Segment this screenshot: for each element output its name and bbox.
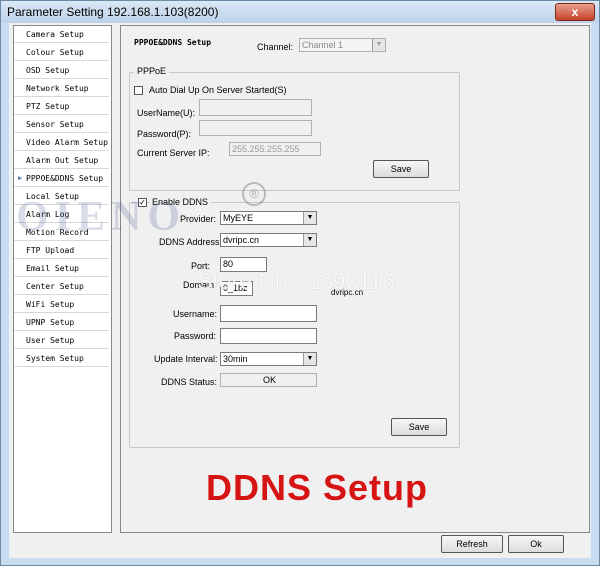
sidebar-item-label: Sensor Setup — [26, 120, 84, 129]
update-interval-select[interactable]: 30min ▼ — [220, 352, 317, 366]
sidebar-item-label: PPPOE&DDNS Setup — [26, 174, 104, 183]
store-watermark: Store No.: 1393116 — [197, 268, 395, 294]
ddns-username-field[interactable] — [220, 305, 317, 322]
sidebar-item-label: PTZ Setup — [26, 102, 70, 111]
sidebar-item-ftp-upload[interactable]: FTP Upload — [14, 242, 109, 259]
sidebar-item-center-setup[interactable]: Center Setup — [14, 278, 109, 295]
title-bar: Parameter Setting 192.168.1.103(8200) x — [1, 1, 599, 23]
ddns-status-value: OK — [220, 373, 317, 387]
server-ip-field: 255.255.255.255 — [229, 142, 321, 156]
sidebar-item-user-setup[interactable]: User Setup — [14, 332, 109, 349]
sidebar-item-network-setup[interactable]: Network Setup — [14, 80, 109, 97]
pppoe-group-label: PPPoE — [134, 66, 170, 76]
ddns-username-label: Username: — [173, 309, 218, 319]
channel-select[interactable]: Channel 1 ▼ — [299, 38, 386, 52]
provider-select[interactable]: MyEYE ▼ — [220, 211, 317, 225]
pppoe-username-field[interactable] — [199, 99, 312, 116]
pppoe-password-label: Password(P): — [137, 129, 192, 139]
pppoe-password-field[interactable] — [199, 120, 312, 136]
sidebar-item-label: Alarm Out Setup — [26, 156, 99, 165]
sidebar-item-label: FTP Upload — [26, 246, 75, 255]
provider-value: MyEYE — [223, 213, 254, 223]
sidebar-item-ptz-setup[interactable]: PTZ Setup — [14, 98, 109, 115]
sidebar-item-alarm-out-setup[interactable]: Alarm Out Setup — [14, 152, 109, 169]
sidebar-item-label: Camera Setup — [26, 30, 84, 39]
sidebar-item-osd-setup[interactable]: OSD Setup — [14, 62, 109, 79]
chevron-down-icon: ▼ — [303, 353, 316, 365]
ddns-address-value: dvripc.cn — [223, 235, 260, 245]
sidebar-item-video-alarm-setup[interactable]: Video Alarm Setup — [14, 134, 109, 151]
server-ip-label: Current Server IP: — [137, 148, 210, 158]
ok-button[interactable]: Ok — [508, 535, 564, 553]
panel-title: PPPOE&DDNS Setup — [134, 38, 212, 47]
sidebar-item-upnp-setup[interactable]: UPNP Setup — [14, 314, 109, 331]
close-button[interactable]: x — [555, 3, 595, 21]
sidebar-item-label: Network Setup — [26, 84, 89, 93]
channel-label: Channel: — [257, 42, 294, 52]
ddns-status-label: DDNS Status: — [161, 377, 218, 387]
registered-mark-icon: ® — [242, 182, 266, 206]
sidebar-item-label: Email Setup — [26, 264, 79, 273]
auto-dial-label: Auto Dial Up On Server Started(S) — [149, 85, 287, 95]
sidebar-item-label: System Setup — [26, 354, 84, 363]
sidebar-item-camera-setup[interactable]: Camera Setup — [14, 26, 109, 43]
channel-value: Channel 1 — [302, 40, 344, 50]
ddns-password-field[interactable] — [220, 328, 317, 344]
sidebar-item-label: UPNP Setup — [26, 318, 75, 327]
sidebar-item-colour-setup[interactable]: Colour Setup — [14, 44, 109, 61]
auto-dial-checkbox[interactable] — [134, 86, 143, 95]
sidebar-item-label: Colour Setup — [26, 48, 84, 57]
sidebar-item-label: OSD Setup — [26, 66, 70, 75]
ddns-address-select[interactable]: dvripc.cn ▼ — [220, 233, 317, 247]
chevron-down-icon: ▼ — [303, 234, 316, 246]
pppoe-save-button[interactable]: Save — [373, 160, 429, 178]
sidebar-item-pppoe-ddns-setup[interactable]: ▶ PPPOE&DDNS Setup — [14, 170, 109, 187]
parameter-setting-window: Parameter Setting 192.168.1.103(8200) x … — [0, 0, 600, 566]
sidebar-item-email-setup[interactable]: Email Setup — [14, 260, 109, 277]
chevron-down-icon: ▼ — [303, 212, 316, 224]
settings-sidebar: Camera Setup Colour Setup OSD Setup Netw… — [13, 25, 112, 533]
sidebar-item-label: Video Alarm Setup — [26, 138, 108, 147]
brand-watermark: OIENO — [16, 194, 187, 240]
refresh-button[interactable]: Refresh — [441, 535, 503, 553]
ddns-save-button[interactable]: Save — [391, 418, 447, 436]
sidebar-item-system-setup[interactable]: System Setup — [14, 350, 109, 367]
chevron-down-icon: ▼ — [372, 39, 385, 51]
sidebar-item-label: Center Setup — [26, 282, 84, 291]
pppoe-username-label: UserName(U): — [137, 108, 196, 118]
caption-text: DDNS Setup — [206, 467, 429, 508]
update-interval-value: 30min — [223, 354, 248, 364]
update-interval-label: Update Interval: — [154, 354, 218, 364]
ddns-password-label: Password: — [174, 331, 217, 341]
sidebar-item-sensor-setup[interactable]: Sensor Setup — [14, 116, 109, 133]
window-title: Parameter Setting 192.168.1.103(8200) — [7, 5, 219, 19]
sidebar-item-label: User Setup — [26, 336, 75, 345]
sidebar-item-label: WiFi Setup — [26, 300, 75, 309]
selected-arrow-icon: ▶ — [18, 174, 23, 182]
sidebar-item-wifi-setup[interactable]: WiFi Setup — [14, 296, 109, 313]
